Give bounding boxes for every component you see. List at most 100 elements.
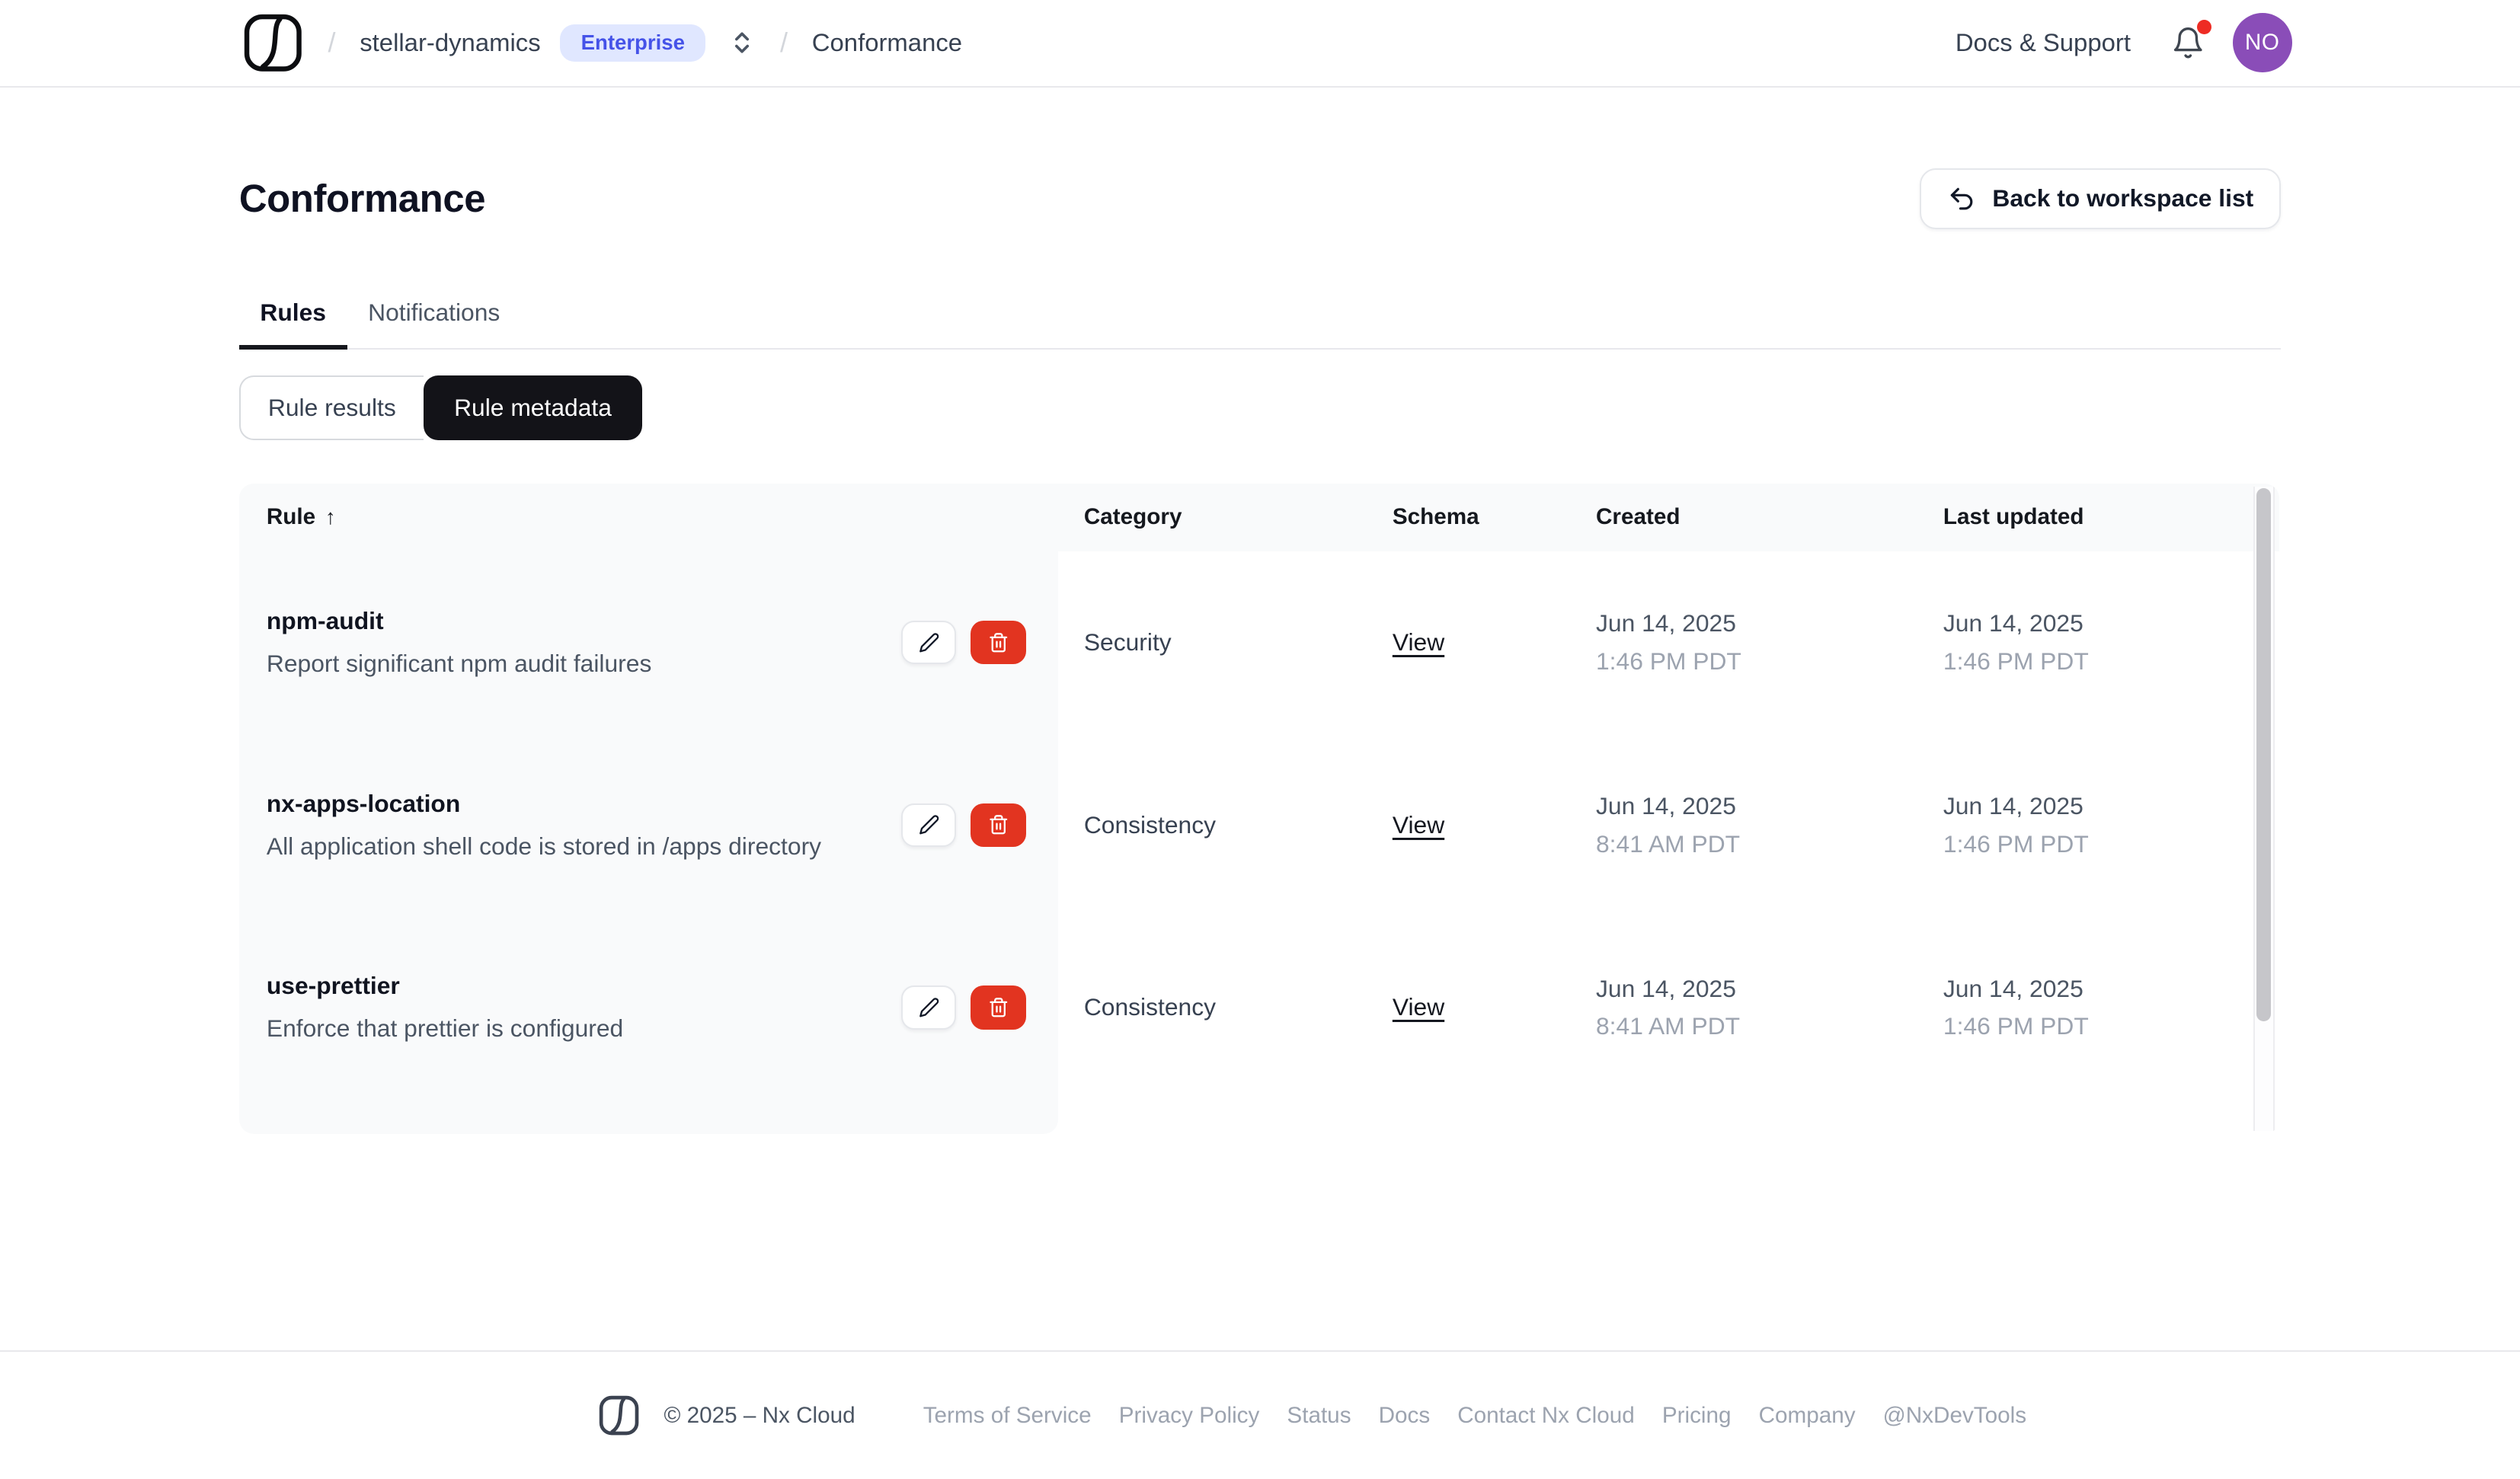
updated-date: Jun 14, 2025	[1943, 791, 2083, 819]
last-updated-cell: Jun 14, 2025 1:46 PM PDT	[1917, 551, 2279, 734]
rule-text: nx-apps-location All application shell c…	[267, 790, 821, 861]
footer-links: Terms of Service Privacy Policy Status D…	[923, 1403, 2026, 1429]
delete-rule-button[interactable]	[971, 803, 1026, 847]
rule-view-toggle: Rule results Rule metadata	[238, 375, 2281, 440]
schema-view-link[interactable]: View	[1393, 811, 1444, 839]
tab-rules-label: Rules	[260, 299, 326, 327]
schema-view-link[interactable]: View	[1393, 993, 1444, 1021]
notification-dot	[2196, 19, 2211, 34]
pencil-icon	[919, 997, 940, 1018]
footer-link-nxdevtools[interactable]: @NxDevTools	[1883, 1403, 2026, 1429]
edit-rule-button[interactable]	[901, 985, 957, 1030]
last-updated-cell: Jun 14, 2025 1:46 PM PDT	[1917, 916, 2279, 1099]
rule-cell: nx-apps-location All application shell c…	[238, 733, 1058, 917]
tab-rules[interactable]: Rules	[238, 299, 347, 350]
user-avatar[interactable]: NO	[2232, 13, 2292, 73]
back-to-workspace-list-button[interactable]: Back to workspace list	[1920, 168, 2282, 230]
trash-icon	[988, 814, 1009, 835]
rule-metadata-toggle-button[interactable]: Rule metadata	[423, 375, 643, 440]
rule-results-toggle-button[interactable]: Rule results	[238, 375, 424, 440]
category-cell: Security	[1083, 628, 1172, 656]
created-date: Jun 14, 2025	[1596, 791, 1736, 819]
page-title: Conformance	[238, 177, 486, 221]
top-navigation-bar: / stellar-dynamics Enterprise / Conforma…	[0, 0, 2520, 88]
footer: © 2025 – Nx Cloud Terms of Service Priva…	[0, 1350, 2520, 1479]
column-header-rule[interactable]: Rule ↑	[239, 504, 1058, 530]
footer-link-pricing[interactable]: Pricing	[1662, 1403, 1732, 1429]
footer-link-company[interactable]: Company	[1759, 1403, 1856, 1429]
rule-metadata-table: Rule ↑ Category Schema Created Last upda…	[238, 483, 2280, 1135]
breadcrumb-workspace-name[interactable]: stellar-dynamics	[360, 28, 540, 57]
rule-actions	[901, 621, 1026, 665]
breadcrumb-separator: /	[328, 27, 336, 59]
column-header-last-updated: Last updated	[1943, 504, 2084, 530]
created-time: 1:46 PM PDT	[1596, 647, 1741, 676]
workspace-switcher-icon[interactable]	[728, 29, 756, 56]
main-content: Conformance Back to workspace list Rules…	[0, 88, 2520, 1350]
pencil-icon	[919, 632, 940, 653]
table-row: nx-apps-location All application shell c…	[238, 733, 2279, 917]
pencil-icon	[919, 814, 940, 835]
delete-rule-button[interactable]	[971, 985, 1026, 1030]
footer-link-status[interactable]: Status	[1287, 1403, 1351, 1429]
docs-support-link[interactable]: Docs & Support	[1956, 28, 2131, 57]
page-header: Conformance Back to workspace list	[238, 88, 2282, 230]
rule-description: Report significant npm audit failures	[266, 650, 652, 678]
created-time: 8:41 AM PDT	[1596, 1012, 1741, 1040]
rule-cell: npm-audit Report significant npm audit f…	[238, 551, 1058, 734]
created-date: Jun 14, 2025	[1596, 609, 1736, 637]
footer-nx-logo-icon	[598, 1394, 640, 1436]
updated-time: 1:46 PM PDT	[1943, 1012, 2089, 1040]
category-cell: Consistency	[1083, 993, 1217, 1021]
footer-link-terms[interactable]: Terms of Service	[923, 1403, 1092, 1429]
column-header-schema: Schema	[1392, 504, 1479, 530]
table-footer-spacer	[238, 1098, 1058, 1135]
undo-arrow-icon	[1947, 184, 1976, 213]
created-cell: Jun 14, 2025 8:41 AM PDT	[1570, 916, 1917, 1099]
trash-icon	[988, 632, 1009, 653]
rule-description: All application shell code is stored in …	[266, 832, 822, 860]
tab-notifications-label: Notifications	[368, 299, 500, 327]
breadcrumb-current-page: Conformance	[811, 28, 963, 57]
updated-time: 1:46 PM PDT	[1943, 647, 2089, 676]
created-cell: Jun 14, 2025 1:46 PM PDT	[1570, 551, 1917, 734]
updated-date: Jun 14, 2025	[1943, 609, 2083, 637]
edit-rule-button[interactable]	[901, 803, 957, 847]
schema-cell: View	[1367, 733, 1570, 916]
schema-cell: View	[1367, 551, 1570, 734]
back-button-label: Back to workspace list	[1992, 184, 2254, 212]
table-row: use-prettier Enforce that prettier is co…	[238, 916, 2279, 1099]
column-header-rule-label: Rule	[266, 504, 316, 530]
rule-actions	[901, 985, 1026, 1030]
updated-time: 1:46 PM PDT	[1943, 829, 2089, 858]
breadcrumb-separator: /	[779, 27, 788, 59]
delete-rule-button[interactable]	[971, 621, 1026, 665]
footer-link-docs[interactable]: Docs	[1379, 1403, 1431, 1429]
column-header-category: Category	[1083, 504, 1182, 530]
trash-icon	[988, 997, 1009, 1018]
tab-notifications[interactable]: Notifications	[347, 299, 521, 348]
tab-bar: Rules Notifications	[238, 299, 2282, 350]
footer-copyright: © 2025 – Nx Cloud	[664, 1402, 855, 1428]
created-cell: Jun 14, 2025 8:41 AM PDT	[1570, 733, 1917, 916]
rule-name: use-prettier	[266, 972, 400, 1000]
rule-text: use-prettier Enforce that prettier is co…	[267, 972, 623, 1043]
column-header-created: Created	[1596, 504, 1681, 530]
notifications-button[interactable]	[2171, 19, 2211, 60]
rule-name: npm-audit	[266, 607, 384, 635]
breadcrumb: / stellar-dynamics Enterprise / Conforma…	[242, 12, 962, 74]
footer-link-contact[interactable]: Contact Nx Cloud	[1457, 1403, 1635, 1429]
created-date: Jun 14, 2025	[1596, 974, 1736, 1002]
table-row: npm-audit Report significant npm audit f…	[238, 551, 2279, 734]
scrollbar-thumb[interactable]	[2256, 488, 2272, 1021]
nx-cloud-logo-icon[interactable]	[242, 12, 304, 74]
table-scrollbar[interactable]	[2253, 487, 2275, 1132]
plan-badge: Enterprise	[560, 24, 706, 62]
created-time: 8:41 AM PDT	[1596, 829, 1741, 858]
schema-cell: View	[1367, 916, 1570, 1099]
footer-link-privacy[interactable]: Privacy Policy	[1119, 1403, 1260, 1429]
edit-rule-button[interactable]	[901, 621, 957, 665]
category-cell: Consistency	[1083, 810, 1217, 839]
rule-cell: use-prettier Enforce that prettier is co…	[238, 916, 1058, 1099]
schema-view-link[interactable]: View	[1393, 628, 1444, 656]
